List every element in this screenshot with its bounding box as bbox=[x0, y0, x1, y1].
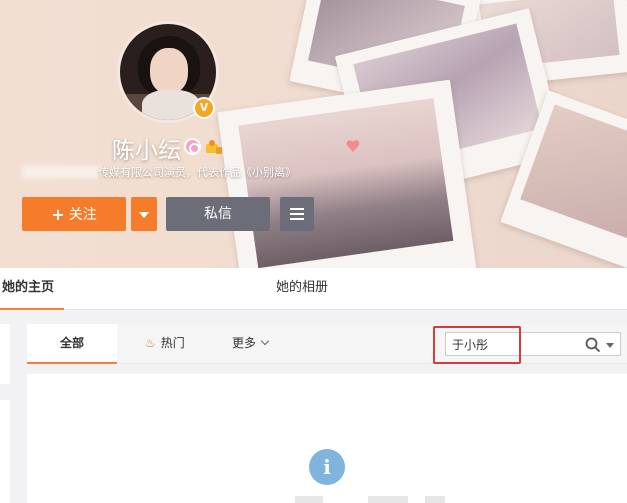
profile-name: 陈小纭 bbox=[112, 138, 181, 164]
weibo-profile-page: V 陈小纭 传媒有限公司演员，代表作品《小别离》 + 关注 私信 她的主页 她的… bbox=[0, 0, 627, 503]
tab-home[interactable]: 她的主页 bbox=[0, 268, 64, 310]
search-icon[interactable] bbox=[585, 337, 601, 353]
verified-badge-icon: V bbox=[193, 97, 215, 119]
chevron-down-icon bbox=[260, 336, 270, 346]
follow-dropdown-button[interactable] bbox=[131, 197, 157, 231]
level-icon[interactable] bbox=[205, 139, 223, 155]
filter-tab-more[interactable]: 更多 bbox=[232, 324, 270, 364]
profile-tab-bar: 她的主页 她的相册 bbox=[0, 268, 627, 310]
female-icon bbox=[184, 138, 201, 155]
profile-cover: V 陈小纭 传媒有限公司演员，代表作品《小别离》 + 关注 私信 bbox=[0, 0, 627, 268]
more-menu-button[interactable] bbox=[280, 197, 314, 231]
sidebar-card bbox=[0, 324, 10, 384]
filter-more-label: 更多 bbox=[232, 336, 257, 350]
message-button[interactable]: 私信 bbox=[166, 197, 270, 231]
annotation-highlight-box bbox=[433, 326, 521, 364]
sidebar-card bbox=[0, 400, 10, 503]
filter-tab-hot[interactable]: ♨ 热门 bbox=[145, 324, 185, 364]
filter-tab-all[interactable]: 全部 bbox=[27, 324, 117, 364]
plus-icon: + bbox=[51, 204, 65, 224]
follow-button[interactable]: + 关注 bbox=[22, 197, 126, 231]
bio-redacted bbox=[22, 166, 100, 178]
tab-album[interactable]: 她的相册 bbox=[276, 268, 328, 310]
profile-bio: 传媒有限公司演员，代表作品《小别离》 bbox=[98, 166, 296, 179]
empty-state-text bbox=[368, 496, 408, 503]
follow-label: 关注 bbox=[68, 207, 97, 223]
search-scope-dropdown-icon[interactable] bbox=[606, 343, 614, 348]
heart-icon bbox=[346, 140, 360, 152]
empty-state-text bbox=[425, 496, 445, 503]
filter-hot-label: 热门 bbox=[160, 336, 185, 350]
info-icon: i bbox=[309, 449, 345, 485]
empty-state-text bbox=[295, 496, 323, 503]
fire-icon: ♨ bbox=[145, 336, 156, 350]
